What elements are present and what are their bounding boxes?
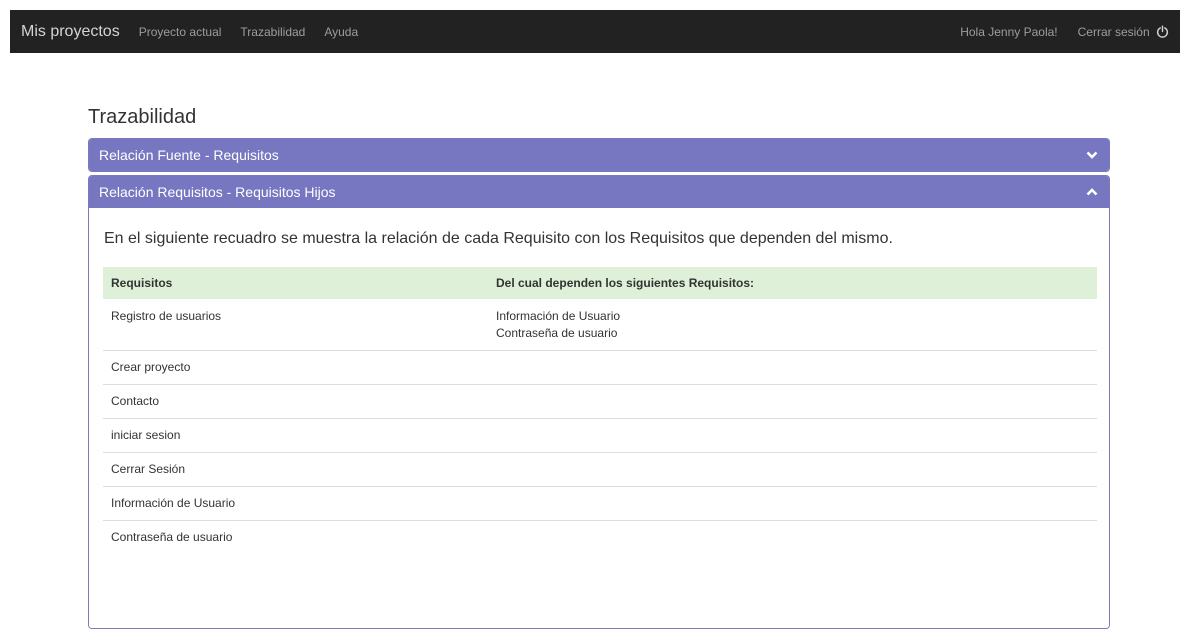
chevron-up-icon xyxy=(1086,188,1098,196)
table-row: Registro de usuarios Información de Usua… xyxy=(103,299,1097,351)
dependientes-cell xyxy=(488,418,1097,453)
requisito-cell: iniciar sesion xyxy=(103,418,488,453)
requisito-cell: Cerrar Sesión xyxy=(103,452,488,487)
panel-heading-requisitos-hijos[interactable]: Relación Requisitos - Requisitos Hijos xyxy=(89,176,1109,208)
requisito-cell: Crear proyecto xyxy=(103,350,488,385)
nav-link-proyecto-actual[interactable]: Proyecto actual xyxy=(139,25,222,39)
column-header-dependientes: Del cual dependen los siguientes Requisi… xyxy=(488,267,1097,299)
column-header-requisitos: Requisitos xyxy=(103,267,488,299)
panel-fuente-requisitos: Relación Fuente - Requisitos xyxy=(88,138,1110,172)
dependientes-cell xyxy=(488,350,1097,385)
table-row: Crear proyecto xyxy=(103,350,1097,385)
table-row: Contacto xyxy=(103,384,1097,419)
page-title: Trazabilidad xyxy=(88,106,197,128)
dependiente-item: Contraseña de usuario xyxy=(496,326,618,340)
requisito-cell: Registro de usuarios xyxy=(111,309,222,323)
dependientes-cell: Información de Usuario Contraseña de usu… xyxy=(488,299,1097,351)
nav-link-ayuda[interactable]: Ayuda xyxy=(324,25,358,39)
power-icon xyxy=(1156,24,1169,38)
dependiente-item: Información de Usuario xyxy=(496,309,621,323)
brand-link[interactable]: Mis proyectos xyxy=(21,23,120,41)
chevron-down-icon xyxy=(1086,151,1098,159)
relation-table: Requisitos Del cual dependen los siguien… xyxy=(103,267,1097,554)
requisito-cell: Información de Usuario xyxy=(103,486,488,521)
panel-heading-fuente-requisitos[interactable]: Relación Fuente - Requisitos xyxy=(89,139,1109,171)
top-navbar: Mis proyectos Proyecto actual Trazabilid… xyxy=(10,10,1180,53)
logout-link[interactable]: Cerrar sesión xyxy=(1078,25,1169,39)
panel-title: Relación Requisitos - Requisitos Hijos xyxy=(99,184,336,200)
table-row: Cerrar Sesión xyxy=(103,452,1097,487)
intro-text: En el siguiente recuadro se muestra la r… xyxy=(104,230,893,247)
user-greeting: Hola Jenny Paola! xyxy=(960,24,1058,39)
accordion: Relación Fuente - Requisitos Relación Re… xyxy=(88,138,1110,632)
panel-title: Relación Fuente - Requisitos xyxy=(99,147,279,163)
dependientes-cell xyxy=(488,486,1097,521)
nav-link-trazabilidad[interactable]: Trazabilidad xyxy=(240,25,305,39)
dependientes-cell xyxy=(488,384,1097,419)
requisito-cell: Contacto xyxy=(103,384,488,419)
table-row: Información de Usuario xyxy=(103,486,1097,521)
panel-body: En el siguiente recuadro se muestra la r… xyxy=(89,208,1109,628)
table-header-row: Requisitos Del cual dependen los siguien… xyxy=(103,267,1097,299)
panel-requisitos-hijos: Relación Requisitos - Requisitos Hijos E… xyxy=(88,175,1110,629)
navbar-right: Hola Jenny Paola! Cerrar sesión xyxy=(940,25,1169,39)
dependientes-cell xyxy=(488,452,1097,487)
table-row: iniciar sesion xyxy=(103,418,1097,453)
logout-label: Cerrar sesión xyxy=(1077,24,1150,39)
